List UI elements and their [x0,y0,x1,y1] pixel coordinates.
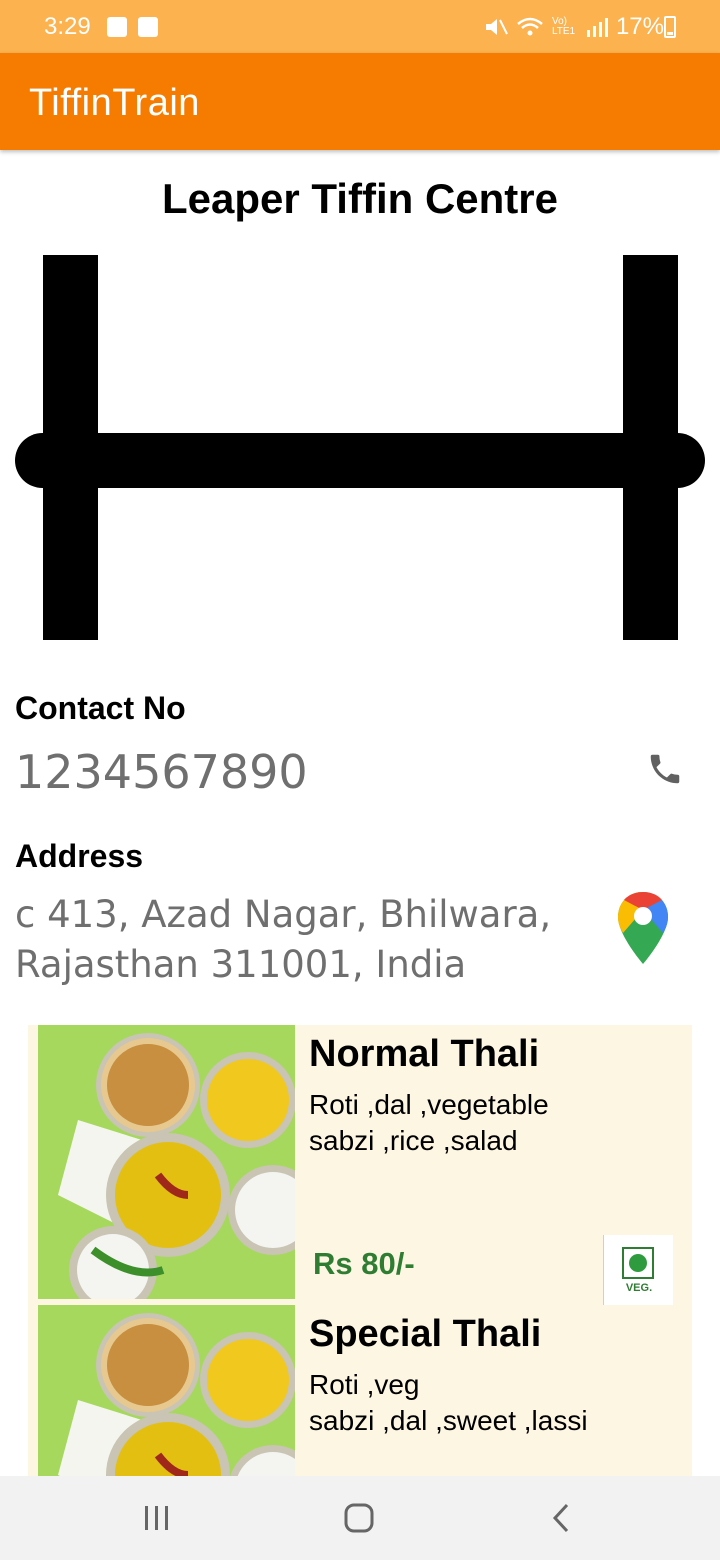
logo-crossbar [15,433,705,488]
contact-label: Contact No [15,690,186,726]
home-icon[interactable] [343,1502,375,1534]
status-bar: 3:29 Vo) LTE1 17% [0,0,720,53]
signal-icon [586,18,608,37]
veg-symbol-icon [622,1247,654,1279]
address-line-2: Rajasthan 311001, India [15,943,467,986]
item-description-line: Roti ,dal ,vegetable [309,1089,549,1120]
item-name: Special Thali [309,1313,542,1355]
network-type-label: Vo) LTE1 [551,16,576,37]
status-time: 3:29 [44,13,91,40]
shop-name: Leaper Tiffin Centre [162,175,558,222]
food-image [38,1305,295,1477]
item-price: Rs 80/- [313,1246,415,1281]
system-nav-bar [0,1476,720,1560]
item-description-line: sabzi ,dal ,sweet ,lassi [309,1405,588,1436]
back-icon[interactable] [550,1502,572,1534]
menu-item-card[interactable]: Special Thali Roti ,veg sabzi ,dal ,swee… [28,1305,692,1477]
google-maps-icon[interactable] [616,890,670,966]
item-description: Roti ,veg sabzi ,dal ,sweet ,lassi [309,1367,609,1439]
thali-photo [38,1305,295,1477]
recent-apps-icon[interactable] [143,1504,171,1532]
mute-icon [485,19,508,35]
phone-call-icon[interactable] [646,750,684,788]
contact-number: 1234567890 [15,745,308,799]
checkbox-notification-icon [107,17,127,37]
thali-photo [38,1025,295,1299]
wifi-icon [517,17,543,36]
veg-badge-label: VEG. [625,1282,653,1294]
item-description-line: sabzi ,rice ,salad [309,1125,518,1156]
gallery-notification-icon [138,17,158,37]
address-label: Address [15,838,144,874]
battery-icon [664,16,676,38]
menu-item-card[interactable]: Normal Thali Roti ,dal ,vegetable sabzi … [28,1025,692,1305]
app-bar: TiffinTrain [0,53,720,150]
app-title: TiffinTrain [29,82,200,124]
menu-list: Normal Thali Roti ,dal ,vegetable sabzi … [28,1025,692,1477]
item-name: Normal Thali [309,1033,540,1075]
battery-percent: 17% [615,13,664,40]
veg-badge: VEG. [603,1235,673,1305]
status-indicators: Vo) LTE1 17% [484,13,664,41]
item-description-line: Roti ,veg [309,1369,420,1400]
item-description: Roti ,dal ,vegetable sabzi ,rice ,salad [309,1087,609,1159]
address-line-1: c 413, Azad Nagar, Bhilwara, [15,893,552,936]
food-image [38,1025,295,1299]
